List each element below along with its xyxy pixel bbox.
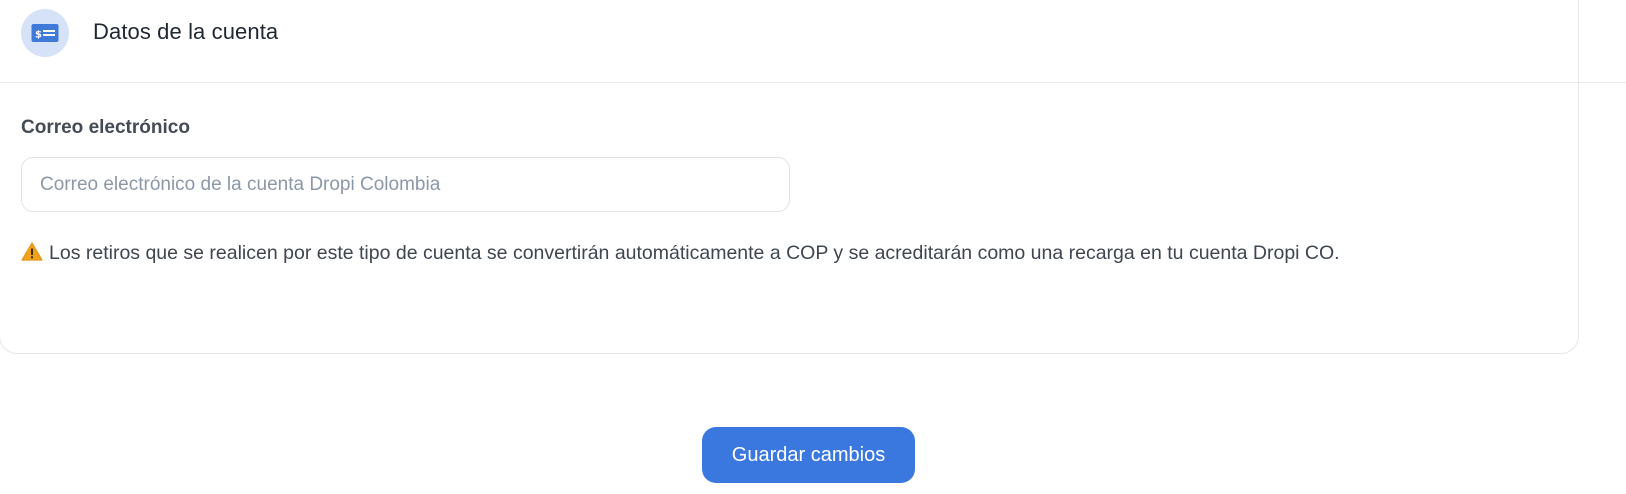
svg-text:$: $ (35, 30, 42, 41)
money-card-svg: $ (31, 24, 59, 42)
section-title: Datos de la cuenta (93, 19, 279, 44)
save-button[interactable]: Guardar cambios (702, 427, 915, 483)
email-field[interactable] (21, 157, 790, 212)
warning-icon (21, 238, 43, 269)
conversion-notice: Los retiros que se realicen por este tip… (21, 238, 1566, 269)
warning-svg (21, 242, 43, 261)
notice-text: Los retiros que se realicen por este tip… (49, 242, 1340, 264)
card-header: $ Datos de la cuenta (0, 0, 1626, 83)
email-label: Correo electrónico (21, 117, 190, 138)
money-card-icon: $ (21, 9, 69, 57)
